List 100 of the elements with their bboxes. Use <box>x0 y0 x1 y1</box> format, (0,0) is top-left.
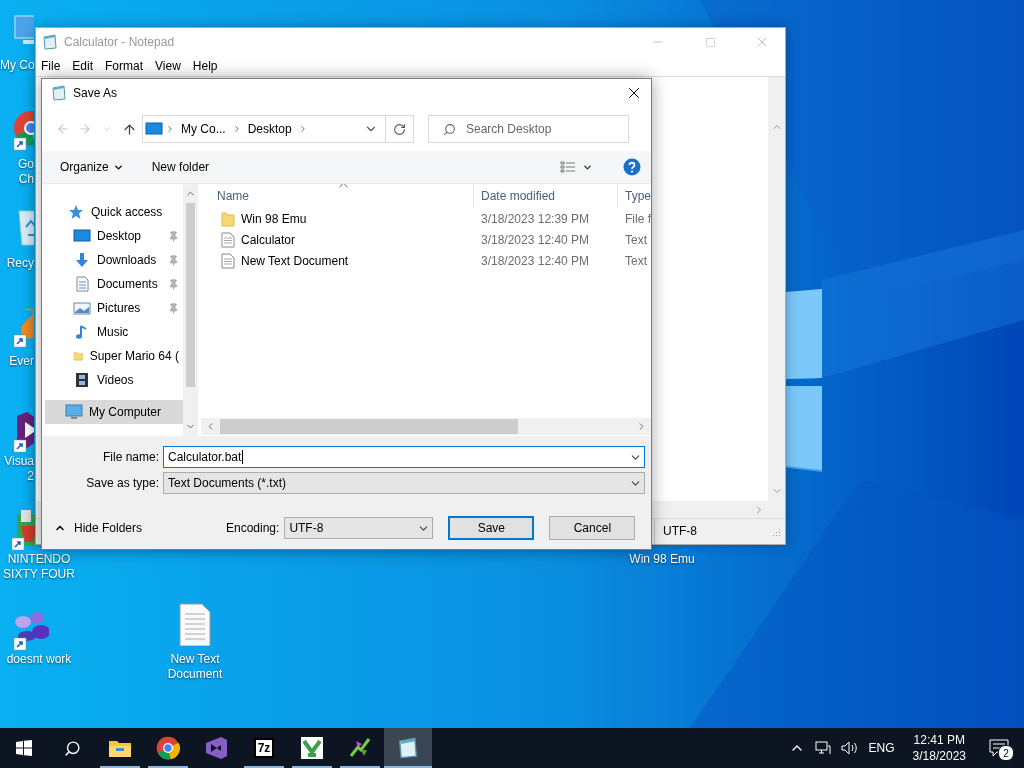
help-icon[interactable] <box>623 158 641 176</box>
desktop-icon-label: Visua <box>3 454 34 469</box>
address-bar[interactable]: My Co... Desktop <box>142 115 386 143</box>
scrollbar[interactable] <box>768 77 785 501</box>
menu-item[interactable]: File <box>36 59 68 73</box>
nav-item[interactable]: Super Mario 64 ( <box>45 344 183 368</box>
menu-item[interactable]: Edit <box>67 59 101 73</box>
menu-item[interactable]: Help <box>187 59 225 73</box>
desktop-icon-label: NINTENDO <box>6 552 72 567</box>
caret-icon <box>102 124 112 134</box>
folder-icon <box>108 738 132 758</box>
field-label: Encoding: <box>226 521 281 535</box>
message-icon <box>989 739 1009 757</box>
swirl-icon[interactable] <box>13 305 34 349</box>
refresh-button[interactable] <box>386 115 414 143</box>
file-type: File f <box>625 211 651 226</box>
chevron-icon <box>165 124 175 134</box>
file-type: Text <box>625 232 647 247</box>
column-header[interactable]: Type <box>618 184 651 208</box>
file-name: Win 98 Emu <box>241 211 307 226</box>
new-folder-button[interactable]: New folder <box>151 160 210 174</box>
scrollbar[interactable] <box>201 418 651 435</box>
resize-grip[interactable] <box>771 526 781 537</box>
menu-item[interactable]: Format <box>100 59 151 73</box>
file-row[interactable]: Calculator 3/18/2023 12:40 PM Text <box>201 229 651 250</box>
refresh-icon <box>393 122 406 136</box>
desktop-icon-label: Win 98 Emu <box>628 552 696 567</box>
document-icon <box>73 276 91 292</box>
file-name: Calculator <box>241 232 296 247</box>
file-row[interactable]: New Text Document 3/18/2023 12:40 PM Text <box>201 250 651 271</box>
breadcrumb[interactable]: My Co... <box>177 122 230 136</box>
language-indicator[interactable]: ENG <box>868 741 895 755</box>
search-field[interactable]: Search Desktop <box>428 115 629 143</box>
window-title: Calculator - Notepad <box>64 35 176 49</box>
installer-icon <box>300 736 324 760</box>
monitor-icon <box>145 122 163 136</box>
field-label: File name: <box>101 450 160 464</box>
desktop-icon-label: Ch <box>17 172 34 187</box>
dialog-title: Save As <box>73 86 119 100</box>
status-text: UTF-8 <box>654 519 767 544</box>
document-icon <box>221 252 235 269</box>
column-header[interactable]: Name <box>201 184 474 208</box>
desktop-icon-label: Ever <box>8 354 34 369</box>
file-date: 3/18/2023 12:40 PM <box>481 232 590 247</box>
network-icon[interactable] <box>814 740 831 756</box>
list-icon <box>560 161 576 173</box>
nav-item[interactable]: Quick access <box>45 200 183 224</box>
maximize-icon <box>704 36 716 48</box>
browser-icon <box>156 736 180 760</box>
file-name-field[interactable]: Calculator.bat <box>163 446 645 468</box>
clock[interactable]: 12:41 PM 3/18/2023 <box>912 732 966 764</box>
notepad-icon <box>397 737 419 759</box>
download-icon <box>73 252 91 268</box>
scrollbar[interactable] <box>183 184 198 436</box>
dialog-button[interactable]: Save <box>448 516 535 540</box>
taskbar-app[interactable] <box>384 728 432 768</box>
file-date: 3/18/2023 12:39 PM <box>481 211 590 226</box>
studio-icon[interactable] <box>13 410 34 454</box>
archive-logo: 7z <box>253 738 275 758</box>
column-header[interactable]: Date modified <box>474 184 618 208</box>
nav-item[interactable]: Documents <box>45 272 183 296</box>
nav-item[interactable]: Desktop <box>45 224 183 248</box>
computer-icon <box>65 404 83 420</box>
monitor-icon <box>73 228 91 244</box>
desktop-icon-label: 2 <box>26 469 34 484</box>
desktop-icon-label: Recy <box>5 256 34 271</box>
dialog-button[interactable]: Cancel <box>549 516 636 540</box>
folder-icon <box>221 210 235 227</box>
notification-button[interactable]: 2 <box>984 733 1014 763</box>
desktop-icon-label: doesnt work <box>5 652 73 667</box>
nav-item[interactable]: Music <box>45 320 183 344</box>
desktop-icon-label: New Text <box>169 652 221 667</box>
notepad-icon <box>42 34 58 50</box>
star-icon <box>67 204 85 220</box>
nav-item[interactable]: Videos <box>45 368 183 392</box>
desktop-icon-label: My Co <box>0 58 34 73</box>
document-icon <box>221 231 235 248</box>
document-icon[interactable] <box>176 602 212 646</box>
organize-button[interactable]: Organize <box>60 160 124 174</box>
search-icon <box>443 122 456 136</box>
notification-count: 2 <box>998 745 1014 761</box>
desktop-icon-label: Document <box>166 667 224 682</box>
nav-item[interactable]: My Computer <box>45 400 183 424</box>
menu-item[interactable]: View <box>150 59 188 73</box>
volume-icon[interactable] <box>840 740 859 756</box>
breadcrumb[interactable]: Desktop <box>243 122 296 136</box>
field-label: Save as type: <box>85 476 160 490</box>
type-dropdown[interactable]: Text Documents (*.txt) <box>163 472 645 494</box>
hide-folders-button[interactable]: Hide Folders <box>42 521 226 535</box>
notepad-icon <box>51 85 67 101</box>
file-type: Text <box>625 253 647 268</box>
view-button[interactable] <box>560 161 593 173</box>
taskbar-app[interactable]: 7z <box>240 728 288 768</box>
encoding-dropdown[interactable]: UTF-8 <box>284 517 434 539</box>
file-name: New Text Document <box>241 253 349 268</box>
desktop-icon-label: SIXTY FOUR <box>2 567 76 582</box>
file-row[interactable]: Win 98 Emu 3/18/2023 12:39 PM File f <box>201 208 651 229</box>
nav-item[interactable]: Downloads <box>45 248 183 272</box>
desktop-icon-label: Go <box>17 157 34 172</box>
nav-item[interactable]: Pictures <box>45 296 183 320</box>
